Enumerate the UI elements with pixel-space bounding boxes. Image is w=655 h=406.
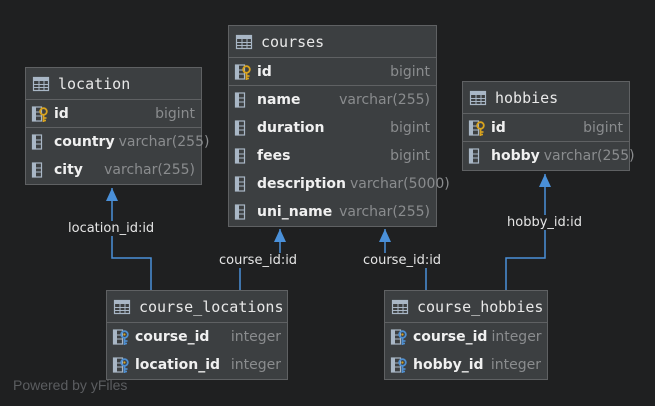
column-icon [234,175,252,193]
table-icon [469,89,487,107]
foreign-key-icon [390,356,408,374]
foreign-key-icon [390,328,408,346]
column-type: varchar(5000) [349,176,450,192]
watermark: Powered by yFiles [13,377,128,393]
table-title: course_hobbies [417,297,544,316]
column-type: bigint [583,119,623,136]
column-row-fees[interactable]: fees bigint [229,142,436,170]
column-type: varchar(255) [118,134,210,150]
column-row-duration[interactable]: duration bigint [229,114,436,142]
column-name: hobby [491,148,540,164]
table-icon [113,298,131,316]
column-row-city[interactable]: city varchar(255) [26,156,201,184]
column-icon [234,203,252,221]
table-title: courses [261,32,325,51]
column-type: varchar(255) [339,92,430,108]
table-course-locations[interactable]: course_locations course_id integer location… [106,290,288,380]
column-row-course-id[interactable]: course_id integer [107,323,287,351]
column-name: uni_name [257,204,333,220]
column-row-id[interactable]: id bigint [463,114,629,142]
column-type: bigint [390,148,430,164]
edge-label-course-locations-course-id: course_id:id [217,253,300,268]
column-icon [234,147,252,165]
edge-course-locations-to-location[interactable] [111,188,152,290]
primary-key-icon [468,119,486,137]
column-name: location_id [135,357,221,373]
primary-key-icon [31,105,49,123]
column-name: id [491,119,506,136]
column-type: integer [230,329,281,345]
table-header[interactable]: hobbies [463,82,629,114]
foreign-key-icon [112,328,130,346]
column-name: id [257,63,272,80]
primary-key-icon [234,63,252,81]
column-type: bigint [390,63,430,80]
edge-course-hobbies-to-hobbies[interactable] [505,174,546,290]
column-icon [234,119,252,137]
arrowhead-location [106,188,118,201]
column-type: varchar(255) [339,204,430,220]
table-header[interactable]: courses [229,26,436,58]
column-type: integer [491,329,542,345]
column-name: course_id [413,329,488,345]
column-row-id[interactable]: id bigint [229,58,436,86]
table-icon [391,298,409,316]
table-courses[interactable]: courses id bigint name varchar(255) duration b… [228,25,450,227]
column-row-location-id[interactable]: location_id integer [107,351,287,379]
column-icon [31,133,49,151]
table-course-hobbies[interactable]: course_hobbies course_id integer hobby_id in… [384,290,548,380]
table-header[interactable]: location [26,68,201,100]
column-row-country[interactable]: country varchar(255) [26,128,209,156]
edge-label-location-id: location_id:id [66,221,157,236]
column-row-id[interactable]: id bigint [26,100,201,128]
column-row-description[interactable]: description varchar(5000) [229,170,450,198]
column-name: course_id [135,329,210,345]
column-icon [234,91,252,109]
table-header[interactable]: course_locations [107,291,287,323]
column-type: bigint [155,105,195,122]
column-row-uni-name[interactable]: uni_name varchar(255) [229,198,436,226]
edge-label-course-hobbies-course-id: course_id:id [361,253,444,268]
arrowhead-courses-left [274,229,286,242]
column-name: country [54,134,115,150]
column-name: id [54,105,69,122]
table-title: course_locations [139,297,284,316]
column-type: varchar(255) [543,148,635,164]
table-location[interactable]: location id bigint country varchar(255) city v… [25,67,209,185]
column-row-hobby-id[interactable]: hobby_id integer [385,351,547,379]
column-icon [468,147,486,165]
column-type: integer [230,357,281,373]
column-type: bigint [390,120,430,136]
column-row-name[interactable]: name varchar(255) [229,86,436,114]
column-type: varchar(255) [104,162,195,178]
column-name: fees [257,148,291,164]
table-hobbies[interactable]: hobbies id bigint hobby varchar(255) [462,81,635,171]
table-header[interactable]: course_hobbies [385,291,547,323]
column-row-course-id[interactable]: course_id integer [385,323,547,351]
arrowhead-hobbies [539,174,551,187]
foreign-key-icon [112,356,130,374]
column-row-hobby[interactable]: hobby varchar(255) [463,142,635,170]
column-name: hobby_id [413,357,484,373]
edge-label-hobby-id: hobby_id:id [505,215,584,230]
column-name: city [54,162,83,178]
table-title: location [58,74,131,93]
column-name: description [257,176,346,192]
column-type: integer [490,357,541,373]
column-name: name [257,92,301,108]
table-icon [32,75,50,93]
column-icon [31,161,49,179]
table-icon [235,33,253,51]
arrowhead-courses-right [379,229,391,242]
table-title: hobbies [495,88,559,107]
column-name: duration [257,120,325,136]
